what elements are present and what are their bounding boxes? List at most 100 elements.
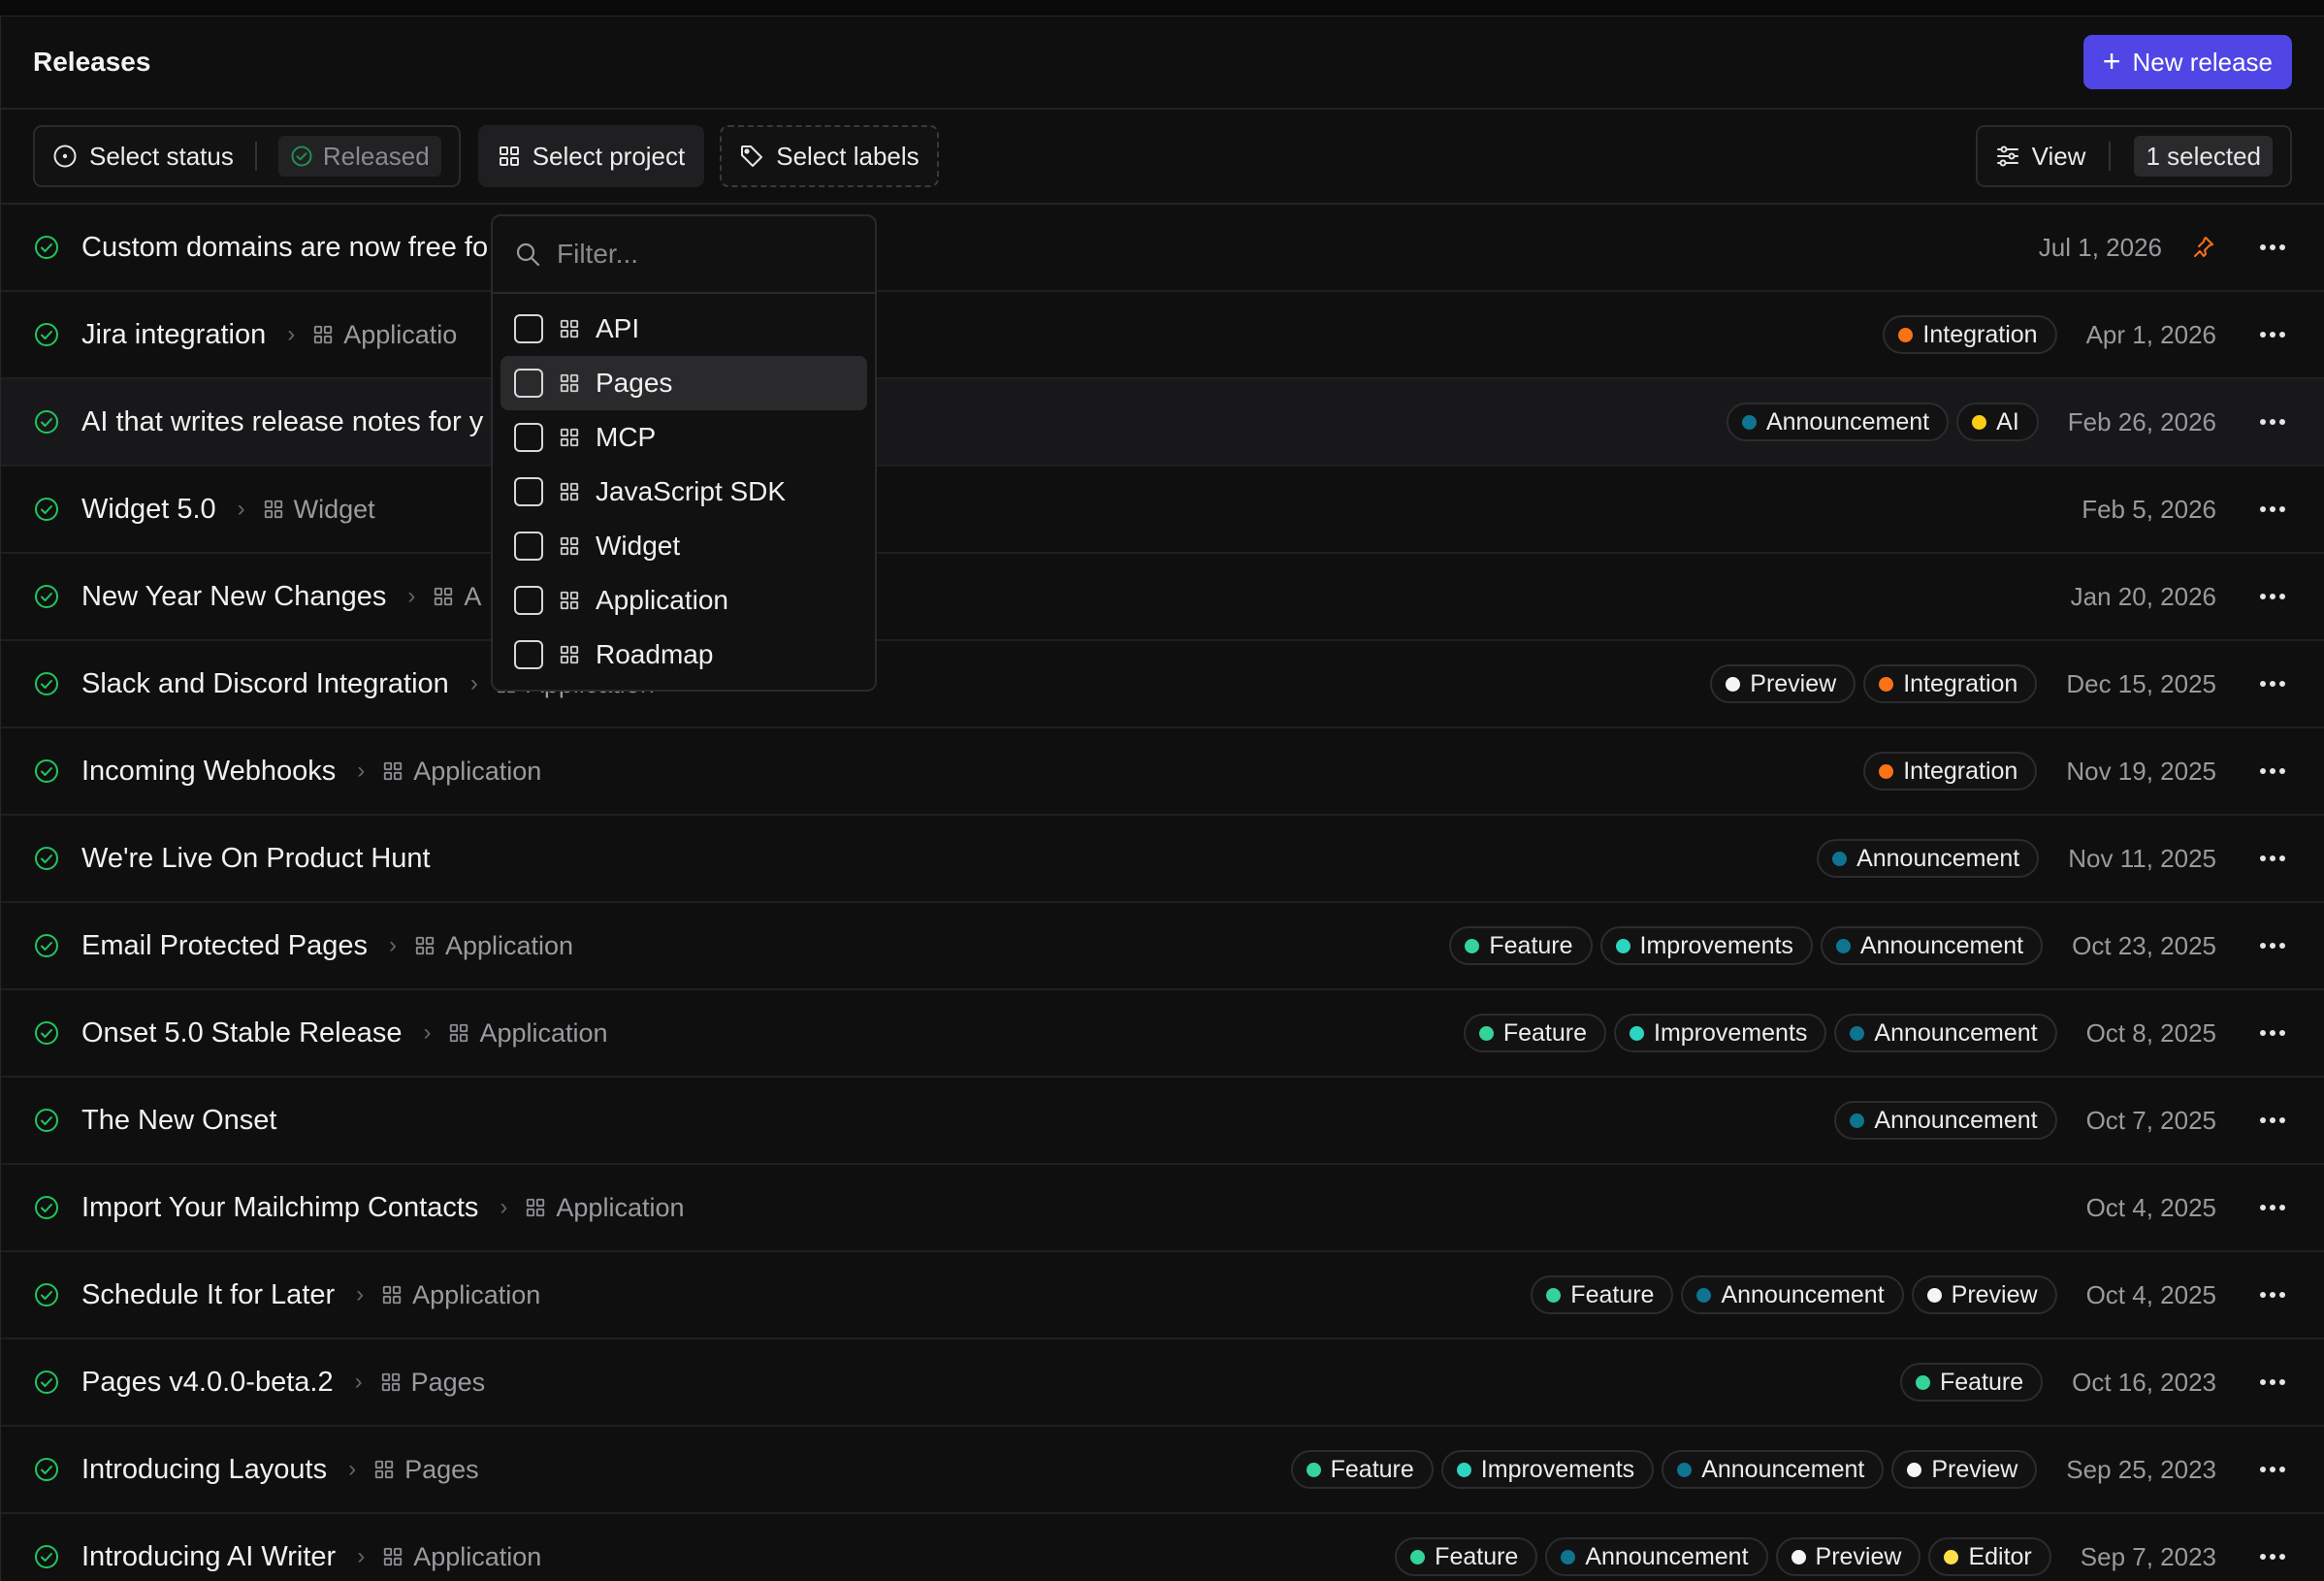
release-title[interactable]: Jira integration bbox=[81, 319, 266, 351]
release-project[interactable]: Pages bbox=[373, 1455, 479, 1485]
checkbox[interactable] bbox=[514, 586, 543, 615]
release-title[interactable]: Slack and Discord Integration bbox=[81, 668, 449, 700]
release-project[interactable]: Application bbox=[381, 1280, 540, 1310]
table-row[interactable]: Schedule It for Later › Application Feature… bbox=[1, 1252, 2324, 1339]
table-row[interactable]: The New Onset Announcement Oct 7, 2025 bbox=[1, 1078, 2324, 1165]
more-options-icon[interactable] bbox=[2253, 593, 2292, 600]
more-options-icon[interactable] bbox=[2253, 855, 2292, 862]
label-text: Editor bbox=[1968, 1542, 2032, 1570]
row-meta: Feature Improvements Announcement Oct 23, 2… bbox=[1449, 926, 2292, 965]
table-row[interactable]: Widget 5.0 › Widget Feb 5, 2026 bbox=[1, 467, 2324, 554]
more-options-icon[interactable] bbox=[2253, 331, 2292, 339]
checkbox[interactable] bbox=[514, 640, 543, 669]
more-options-icon[interactable] bbox=[2253, 1378, 2292, 1386]
dropdown-item[interactable]: Pages bbox=[500, 356, 867, 410]
table-row[interactable]: Slack and Discord Integration›Applicatio… bbox=[1, 641, 2324, 728]
selected-count-badge[interactable]: 1 selected bbox=[2134, 136, 2273, 177]
new-release-button[interactable]: + New release bbox=[2082, 35, 2292, 89]
grid-icon bbox=[414, 935, 436, 956]
status-filter-button[interactable]: Select status Released bbox=[33, 125, 461, 187]
dropdown-item[interactable]: API bbox=[500, 302, 867, 356]
more-options-icon[interactable] bbox=[2253, 1553, 2292, 1561]
release-project[interactable]: Application bbox=[382, 1542, 541, 1572]
table-row[interactable]: Custom domains are now free fo Jul 1, 202… bbox=[1, 205, 2324, 292]
label-badge: Announcement bbox=[1834, 1101, 2057, 1140]
release-project[interactable]: Application bbox=[414, 931, 573, 961]
release-title[interactable]: Custom domains are now free fo bbox=[81, 232, 488, 264]
release-project[interactable]: Application bbox=[448, 1018, 608, 1049]
release-title[interactable]: Onset 5.0 Stable Release bbox=[81, 1017, 402, 1049]
more-options-icon[interactable] bbox=[2253, 1029, 2292, 1037]
more-options-icon[interactable] bbox=[2253, 1204, 2292, 1211]
release-project[interactable]: Widget bbox=[263, 495, 375, 525]
table-row[interactable]: We're Live On Product Hunt Announcement No… bbox=[1, 816, 2324, 903]
check-circle-icon bbox=[33, 583, 60, 610]
checkbox[interactable] bbox=[514, 423, 543, 452]
table-row[interactable]: Jira integration › Applicatio Integration Ap… bbox=[1, 292, 2324, 379]
filter-input[interactable] bbox=[557, 239, 848, 270]
label-badge: Feature bbox=[1290, 1450, 1434, 1489]
more-options-icon[interactable] bbox=[2253, 1116, 2292, 1124]
release-project-label: Application bbox=[413, 756, 542, 786]
table-row[interactable]: Incoming Webhooks › Application Integration… bbox=[1, 728, 2324, 816]
table-row[interactable]: AI that writes release notes for y Announ… bbox=[1, 379, 2324, 467]
more-options-icon[interactable] bbox=[2253, 942, 2292, 950]
more-options-icon[interactable] bbox=[2253, 1466, 2292, 1473]
checkbox[interactable] bbox=[514, 532, 543, 561]
label-badge: Improvements bbox=[1614, 1014, 1827, 1052]
project-filter-button[interactable]: Select project bbox=[477, 125, 705, 187]
table-row[interactable]: New Year New Changes › A Jan 20, 2026 bbox=[1, 554, 2324, 641]
release-title[interactable]: We're Live On Product Hunt bbox=[81, 843, 431, 875]
release-project[interactable]: Applicatio bbox=[312, 320, 457, 350]
pin-icon[interactable] bbox=[2189, 234, 2216, 261]
more-options-icon[interactable] bbox=[2253, 505, 2292, 513]
release-title[interactable]: Incoming Webhooks bbox=[81, 756, 336, 788]
label-dot bbox=[1972, 414, 1987, 430]
release-title[interactable]: AI that writes release notes for y bbox=[81, 406, 483, 438]
dropdown-item[interactable]: JavaScript SDK bbox=[500, 465, 867, 519]
dropdown-item[interactable]: Application bbox=[500, 573, 867, 628]
more-options-icon[interactable] bbox=[2253, 680, 2292, 688]
release-title[interactable]: The New Onset bbox=[81, 1105, 276, 1137]
label-text: Feature bbox=[1489, 931, 1573, 959]
more-options-icon[interactable] bbox=[2253, 1291, 2292, 1299]
label-dot bbox=[1915, 1374, 1930, 1390]
release-title[interactable]: Introducing AI Writer bbox=[81, 1541, 336, 1573]
checkbox[interactable] bbox=[514, 477, 543, 506]
table-row[interactable]: Pages v4.0.0-beta.2 › Pages Feature Oct 16, … bbox=[1, 1339, 2324, 1427]
checkbox[interactable] bbox=[514, 314, 543, 343]
checkbox[interactable] bbox=[514, 369, 543, 398]
release-title[interactable]: Introducing Layouts bbox=[81, 1454, 327, 1486]
release-project[interactable]: Application bbox=[525, 1193, 685, 1223]
release-title[interactable]: Schedule It for Later bbox=[81, 1279, 335, 1311]
more-options-icon[interactable] bbox=[2253, 243, 2292, 251]
table-row[interactable]: Introducing Layouts › Pages Feature Improvem… bbox=[1, 1427, 2324, 1514]
view-label: View bbox=[2031, 141, 2086, 171]
more-options-icon[interactable] bbox=[2253, 767, 2292, 775]
table-row[interactable]: Introducing AI Writer › Application Feature… bbox=[1, 1514, 2324, 1581]
label-text: Announcement bbox=[1859, 931, 2024, 959]
dropdown-item[interactable]: MCP bbox=[500, 410, 867, 465]
release-date: Oct 4, 2025 bbox=[2085, 1192, 2216, 1222]
release-title[interactable]: Import Your Mailchimp Contacts bbox=[81, 1192, 478, 1224]
release-title[interactable]: New Year New Changes bbox=[81, 581, 386, 613]
label-badge: Announcement bbox=[1662, 1450, 1885, 1489]
labels-filter-button[interactable]: Select labels bbox=[720, 125, 939, 187]
dropdown-item[interactable]: Widget bbox=[500, 519, 867, 573]
release-project-label: Applicatio bbox=[343, 319, 458, 349]
dropdown-item[interactable]: Roadmap bbox=[500, 628, 867, 682]
release-project[interactable]: Application bbox=[382, 757, 541, 787]
release-project[interactable]: A bbox=[433, 582, 481, 612]
release-project[interactable]: Pages bbox=[380, 1368, 485, 1398]
table-row[interactable]: Email Protected Pages › Application Feature… bbox=[1, 903, 2324, 990]
more-options-icon[interactable] bbox=[2253, 418, 2292, 426]
table-row[interactable]: Import Your Mailchimp Contacts › Applicati… bbox=[1, 1165, 2324, 1252]
plus-icon: + bbox=[2102, 43, 2121, 79]
release-title[interactable]: Email Protected Pages bbox=[81, 930, 368, 962]
release-title[interactable]: Pages v4.0.0-beta.2 bbox=[81, 1367, 334, 1399]
check-circle-icon bbox=[33, 670, 60, 697]
status-chip-released[interactable]: Released bbox=[277, 136, 441, 177]
view-button[interactable]: View 1 selected bbox=[1975, 125, 2292, 187]
table-row[interactable]: Onset 5.0 Stable Release › Application Feat… bbox=[1, 990, 2324, 1078]
release-title[interactable]: Widget 5.0 bbox=[81, 494, 216, 526]
